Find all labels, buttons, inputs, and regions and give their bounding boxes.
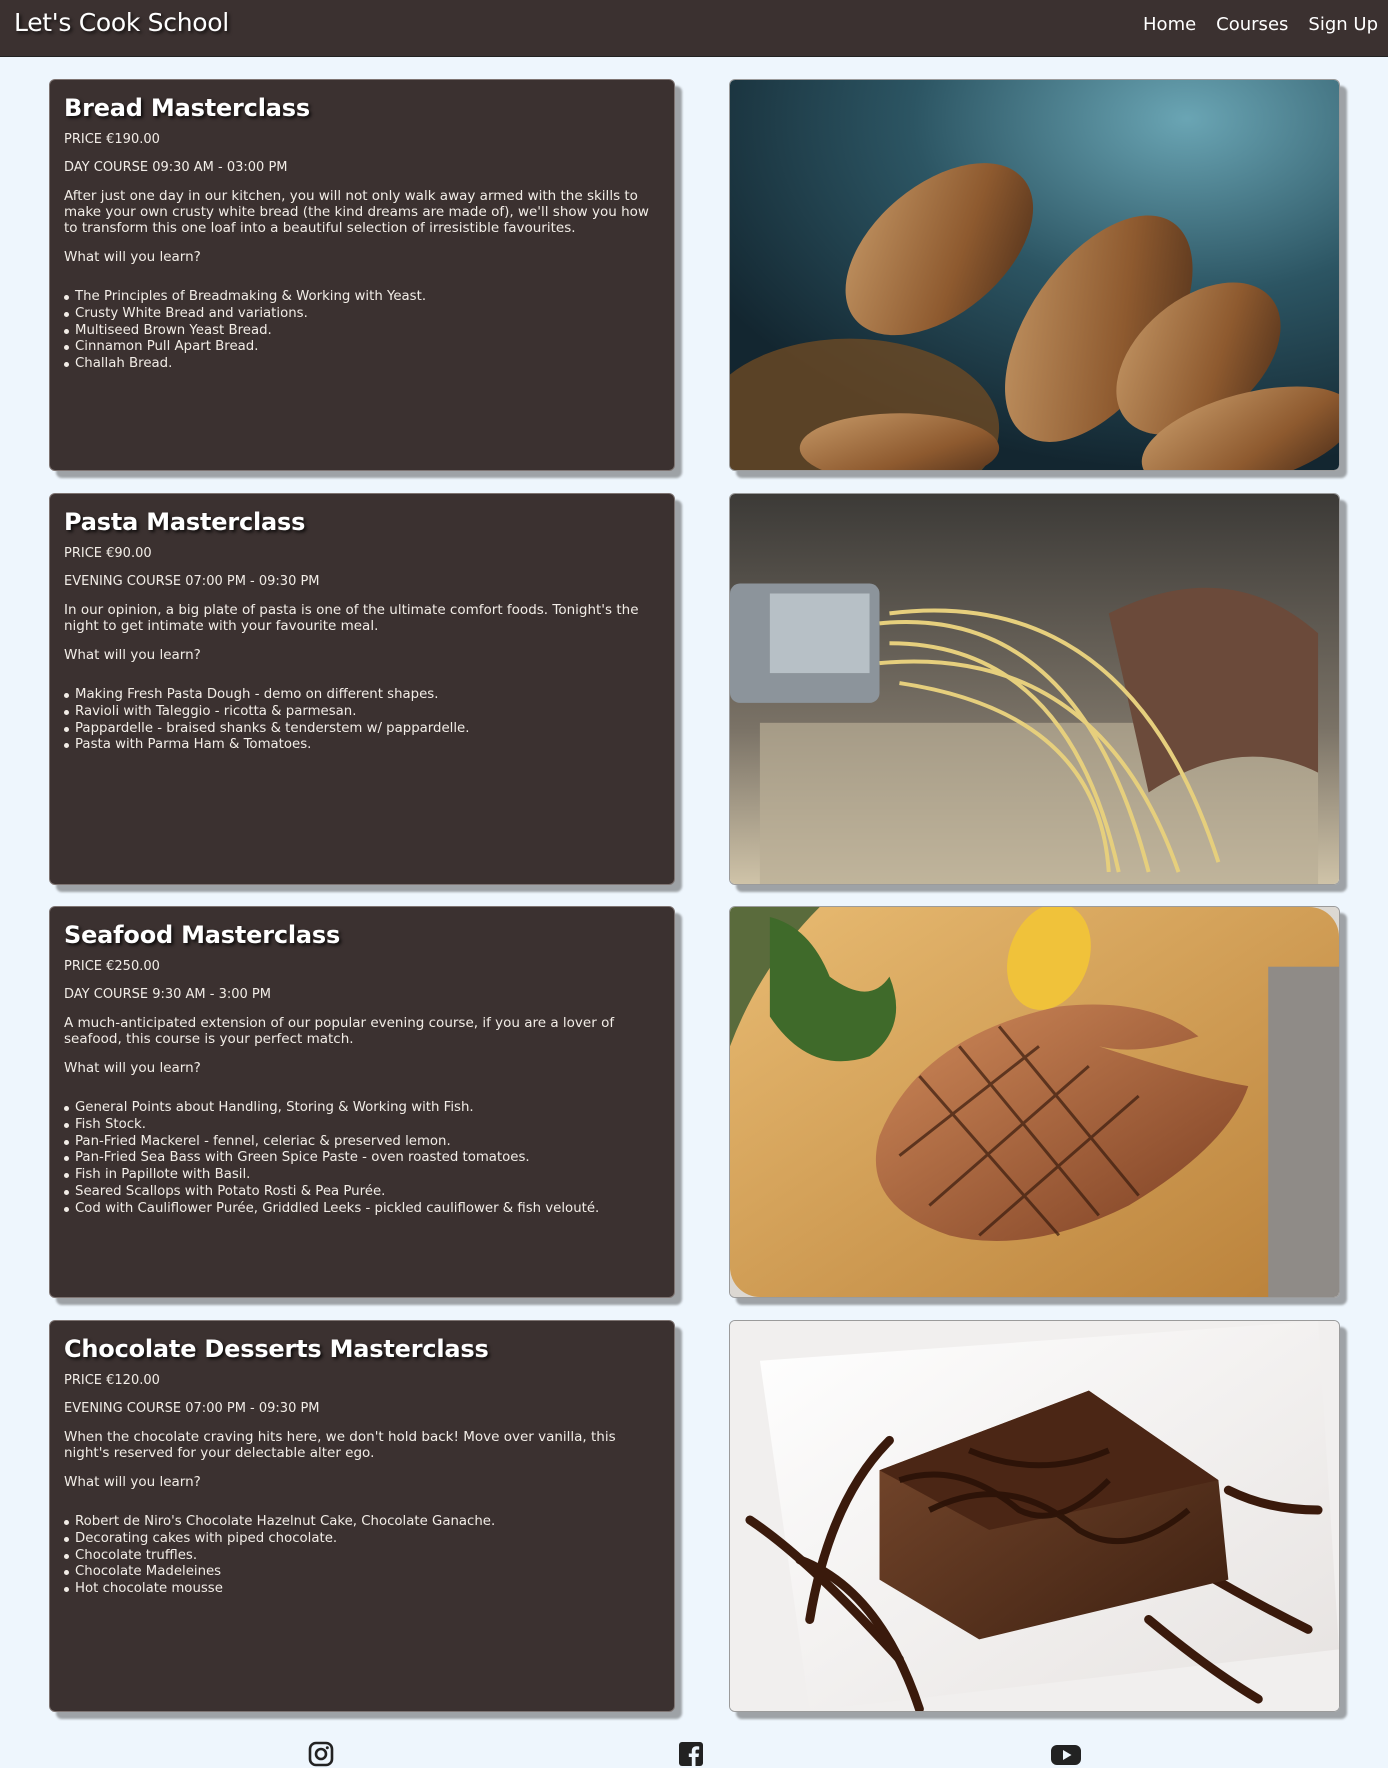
course-schedule: DAY COURSE 09:30 AM - 03:00 PM	[64, 160, 288, 175]
list-item: Hot chocolate mousse	[64, 1581, 660, 1598]
course-description: After just one day in our kitchen, you w…	[64, 188, 649, 236]
list-item: Pan-Fried Mackerel - fennel, celeriac & …	[64, 1134, 660, 1151]
course-card-seafood: Seafood Masterclass PRICE €250.00 DAY CO…	[49, 906, 675, 1298]
nav-link-courses[interactable]: Courses	[1216, 14, 1288, 35]
list-item: Multiseed Brown Yeast Bread.	[64, 323, 660, 340]
list-item: Robert de Niro's Chocolate Hazelnut Cake…	[64, 1514, 660, 1531]
course-description: A much-anticipated extension of our popu…	[64, 1015, 615, 1047]
pasta-photo	[729, 493, 1340, 885]
course-price: PRICE €90.00	[64, 546, 152, 561]
course-schedule: DAY COURSE 9:30 AM - 3:00 PM	[64, 987, 271, 1002]
learn-heading: What will you learn?	[64, 647, 201, 663]
list-item: Seared Scallops with Potato Rosti & Pea …	[64, 1184, 660, 1201]
chocolate-photo	[729, 1320, 1340, 1712]
list-item: Chocolate truffles.	[64, 1548, 660, 1565]
youtube-icon[interactable]	[1050, 1740, 1082, 1768]
course-title: Seafood Masterclass	[64, 921, 341, 949]
list-item: Fish in Papillote with Basil.	[64, 1167, 660, 1184]
course-card-chocolate: Chocolate Desserts Masterclass PRICE €12…	[49, 1320, 675, 1712]
list-item: Pappardelle - braised shanks & tenderste…	[64, 721, 660, 738]
learn-list: The Principles of Breadmaking & Working …	[64, 289, 660, 373]
list-item: Challah Bread.	[64, 356, 660, 373]
list-item: Crusty White Bread and variations.	[64, 306, 660, 323]
learn-list: Robert de Niro's Chocolate Hazelnut Cake…	[64, 1514, 660, 1598]
course-card-pasta: Pasta Masterclass PRICE €90.00 EVENING C…	[49, 493, 675, 885]
nav-link-home[interactable]: Home	[1143, 14, 1196, 35]
list-item: Decorating cakes with piped chocolate.	[64, 1531, 660, 1548]
learn-heading: What will you learn?	[64, 249, 201, 265]
list-item: Pan-Fried Sea Bass with Green Spice Past…	[64, 1150, 660, 1167]
list-item: Cinnamon Pull Apart Bread.	[64, 339, 660, 356]
list-item: General Points about Handling, Storing &…	[64, 1100, 660, 1117]
list-item: The Principles of Breadmaking & Working …	[64, 289, 660, 306]
nav-links: Home Courses Sign Up	[1143, 14, 1378, 35]
course-price: PRICE €120.00	[64, 1373, 160, 1388]
course-description: When the chocolate craving hits here, we…	[64, 1429, 616, 1461]
course-schedule: EVENING COURSE 07:00 PM - 09:30 PM	[64, 574, 320, 589]
course-title: Bread Masterclass	[64, 94, 310, 122]
course-price: PRICE €250.00	[64, 959, 160, 974]
course-card-bread: Bread Masterclass PRICE €190.00 DAY COUR…	[49, 79, 675, 471]
course-schedule: EVENING COURSE 07:00 PM - 09:30 PM	[64, 1401, 320, 1416]
facebook-icon[interactable]	[677, 1740, 705, 1768]
course-price: PRICE €190.00	[64, 132, 160, 147]
list-item: Making Fresh Pasta Dough - demo on diffe…	[64, 687, 660, 704]
course-title: Pasta Masterclass	[64, 508, 306, 536]
list-item: Ravioli with Taleggio - ricotta & parmes…	[64, 704, 660, 721]
course-description: In our opinion, a big plate of pasta is …	[64, 602, 639, 634]
seafood-photo	[729, 906, 1340, 1298]
list-item: Fish Stock.	[64, 1117, 660, 1134]
learn-heading: What will you learn?	[64, 1060, 201, 1076]
learn-heading: What will you learn?	[64, 1474, 201, 1490]
list-item: Chocolate Madeleines	[64, 1564, 660, 1581]
learn-list: General Points about Handling, Storing &…	[64, 1100, 660, 1218]
brand-logo[interactable]: Let's Cook School	[14, 8, 229, 37]
nav-link-sign-up[interactable]: Sign Up	[1308, 14, 1378, 35]
learn-list: Making Fresh Pasta Dough - demo on diffe…	[64, 687, 660, 754]
bread-photo	[729, 79, 1340, 471]
instagram-icon[interactable]	[307, 1740, 335, 1768]
list-item: Pasta with Parma Ham & Tomatoes.	[64, 737, 660, 754]
course-title: Chocolate Desserts Masterclass	[64, 1335, 489, 1363]
list-item: Cod with Cauliflower Purée, Griddled Lee…	[64, 1201, 660, 1218]
navbar: Let's Cook School Home Courses Sign Up	[0, 0, 1388, 57]
